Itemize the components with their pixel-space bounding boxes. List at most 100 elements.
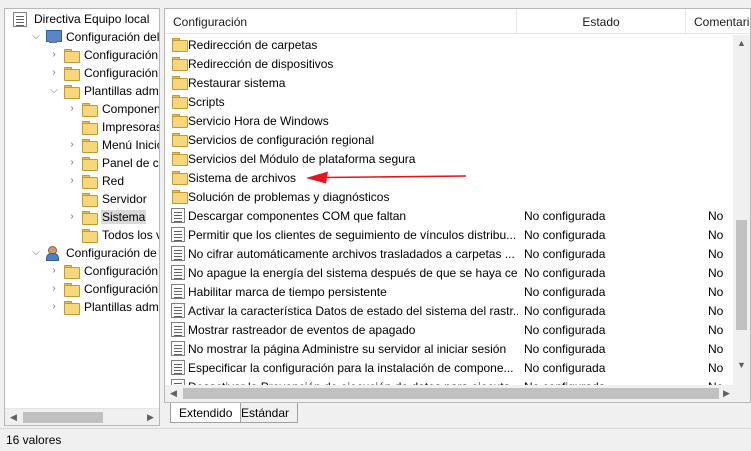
folder-icon bbox=[81, 210, 98, 225]
tree-item-label: Plantillas administrativas bbox=[84, 84, 159, 98]
policy-document-icon bbox=[13, 12, 29, 27]
list-setting-row[interactable]: No apague la energía del sistema después… bbox=[165, 263, 735, 282]
navigation-tree[interactable]: Directiva Equipo local ⌵ Configuración del… bbox=[4, 8, 160, 426]
column-header-configuracion[interactable]: Configuración bbox=[165, 9, 517, 34]
tree-item[interactable]: › Panel de control bbox=[5, 154, 159, 172]
folder-icon bbox=[81, 120, 98, 135]
expand-closed-chevron-icon[interactable]: › bbox=[67, 139, 77, 151]
expand-closed-chevron-icon[interactable]: › bbox=[67, 103, 77, 115]
list-folder-row[interactable]: Restaurar sistema bbox=[165, 73, 735, 92]
setting-state: No configurada bbox=[524, 266, 606, 280]
folder-icon bbox=[81, 192, 98, 207]
setting-name: Activar la característica Datos de estad… bbox=[188, 304, 518, 318]
folder-icon bbox=[171, 75, 188, 90]
setting-name: No mostrar la página Administre su servi… bbox=[188, 342, 507, 356]
expand-closed-chevron-icon[interactable]: › bbox=[49, 301, 59, 313]
tree-item[interactable]: › Componentes de Windows bbox=[5, 100, 159, 118]
policy-setting-icon bbox=[171, 265, 185, 280]
setting-state: No configurada bbox=[524, 247, 606, 261]
tree-item[interactable]: Todos los valores bbox=[5, 226, 159, 244]
scroll-left-arrow-icon[interactable]: ◀ bbox=[165, 385, 182, 402]
setting-name: Servicio Hora de Windows bbox=[188, 114, 329, 128]
column-header-comentario[interactable]: Comentario bbox=[686, 9, 750, 34]
setting-state: No configurada bbox=[524, 285, 606, 299]
tree-item[interactable]: › Plantillas administrativas bbox=[5, 298, 159, 316]
tree-item[interactable]: › Configuración de Windows bbox=[5, 64, 159, 82]
folder-icon bbox=[171, 94, 188, 109]
list-folder-row[interactable]: Scripts bbox=[165, 92, 735, 111]
scrollbar-thumb[interactable] bbox=[736, 220, 747, 330]
list-setting-row[interactable]: Activar la característica Datos de estad… bbox=[165, 301, 735, 320]
setting-name: Scripts bbox=[188, 95, 225, 109]
list-vertical-scrollbar[interactable]: ▲ ▼ bbox=[733, 35, 750, 391]
tree-item[interactable]: ⌵ Plantillas administrativas bbox=[5, 82, 159, 100]
tree-item[interactable]: ⌵ Configuración del equipo bbox=[5, 28, 159, 46]
scrollbar-thumb[interactable] bbox=[23, 412, 103, 423]
expand-closed-chevron-icon[interactable]: › bbox=[67, 157, 77, 169]
list-setting-row[interactable]: Descargar componentes COM que faltan No c… bbox=[165, 206, 735, 225]
list-horizontal-scrollbar[interactable]: ◀ ▶ bbox=[165, 385, 735, 402]
tree-item[interactable]: › Configuración de software bbox=[5, 262, 159, 280]
expand-closed-chevron-icon[interactable]: › bbox=[49, 265, 59, 277]
list-setting-row[interactable]: No mostrar la página Administre su servi… bbox=[165, 339, 735, 358]
scroll-down-arrow-icon[interactable]: ▼ bbox=[733, 357, 750, 374]
tree-item-label: Menú Inicio y barra de tareas bbox=[102, 138, 159, 152]
folder-icon bbox=[171, 170, 188, 185]
folder-icon bbox=[81, 102, 98, 117]
tree-item[interactable]: ⌵ Configuración de usuario bbox=[5, 244, 159, 262]
folder-icon bbox=[63, 264, 80, 279]
folder-icon bbox=[171, 189, 188, 204]
expand-open-chevron-icon[interactable]: ⌵ bbox=[49, 85, 59, 97]
tree-item-label: Sistema bbox=[101, 210, 147, 224]
setting-name: Servicios de configuración regional bbox=[188, 133, 375, 147]
list-folder-row[interactable]: Sistema de archivos bbox=[165, 168, 735, 187]
settings-folder-icon bbox=[81, 228, 98, 243]
list-folder-row[interactable]: Servicios del Módulo de plataforma segur… bbox=[165, 149, 735, 168]
list-setting-row[interactable]: No cifrar automáticamente archivos trasl… bbox=[165, 244, 735, 263]
tree-item[interactable]: › Configuración de Windows bbox=[5, 280, 159, 298]
tab-extendido[interactable]: Extendido bbox=[170, 403, 242, 423]
tree-item-label: Plantillas administrativas bbox=[84, 300, 159, 314]
tree-item[interactable]: › Sistema bbox=[5, 208, 159, 226]
setting-state: No configurada bbox=[524, 209, 606, 223]
setting-state: No configurada bbox=[524, 323, 606, 337]
list-setting-row[interactable]: Mostrar rastreador de eventos de apagado… bbox=[165, 320, 735, 339]
list-folder-row[interactable]: Solución de problemas y diagnósticos bbox=[165, 187, 735, 206]
column-header-estado[interactable]: Estado bbox=[517, 9, 686, 34]
tree-horizontal-scrollbar[interactable]: ◀ ▶ bbox=[5, 408, 159, 425]
expand-closed-chevron-icon[interactable]: › bbox=[49, 49, 59, 61]
tree-item[interactable]: › Red bbox=[5, 172, 159, 190]
scrollbar-thumb[interactable] bbox=[183, 388, 719, 399]
list-folder-row[interactable]: Servicios de configuración regional bbox=[165, 130, 735, 149]
expand-closed-chevron-icon[interactable]: › bbox=[67, 175, 77, 187]
policy-setting-icon bbox=[171, 208, 185, 223]
setting-comment: No bbox=[708, 209, 724, 223]
tree-item-label: Directiva Equipo local bbox=[34, 12, 150, 26]
scroll-up-arrow-icon[interactable]: ▲ bbox=[733, 35, 750, 52]
tree-item[interactable]: › Configuración de software bbox=[5, 46, 159, 64]
list-setting-row[interactable]: Especificar la configuración para la ins… bbox=[165, 358, 735, 377]
list-folder-row[interactable]: Redirección de carpetas bbox=[165, 35, 735, 54]
computer-icon bbox=[45, 30, 62, 44]
expand-open-chevron-icon[interactable]: ⌵ bbox=[31, 31, 41, 43]
list-setting-row[interactable]: Habilitar marca de tiempo persistente No … bbox=[165, 282, 735, 301]
expand-open-chevron-icon[interactable]: ⌵ bbox=[31, 247, 41, 259]
tree-item[interactable]: Directiva Equipo local bbox=[5, 10, 159, 28]
setting-name: Solución de problemas y diagnósticos bbox=[188, 190, 390, 204]
tree-item[interactable]: Servidor bbox=[5, 190, 159, 208]
tree-item[interactable]: › Menú Inicio y barra de tareas bbox=[5, 136, 159, 154]
folder-icon bbox=[171, 132, 188, 147]
scroll-right-arrow-icon[interactable]: ▶ bbox=[142, 409, 159, 425]
list-folder-row[interactable]: Servicio Hora de Windows bbox=[165, 111, 735, 130]
scroll-left-arrow-icon[interactable]: ◀ bbox=[5, 409, 22, 425]
setting-name: Especificar la configuración para la ins… bbox=[188, 361, 514, 375]
policy-setting-icon bbox=[171, 246, 185, 261]
view-tabs: Extendido Estándar bbox=[164, 403, 464, 425]
expand-closed-chevron-icon[interactable]: › bbox=[49, 67, 59, 79]
expand-closed-chevron-icon[interactable]: › bbox=[67, 211, 77, 223]
list-folder-row[interactable]: Redirección de dispositivos bbox=[165, 54, 735, 73]
expand-closed-chevron-icon[interactable]: › bbox=[49, 283, 59, 295]
list-setting-row[interactable]: Permitir que los clientes de seguimiento… bbox=[165, 225, 735, 244]
tab-estandar[interactable]: Estándar bbox=[232, 403, 299, 423]
tree-item[interactable]: Impresoras bbox=[5, 118, 159, 136]
